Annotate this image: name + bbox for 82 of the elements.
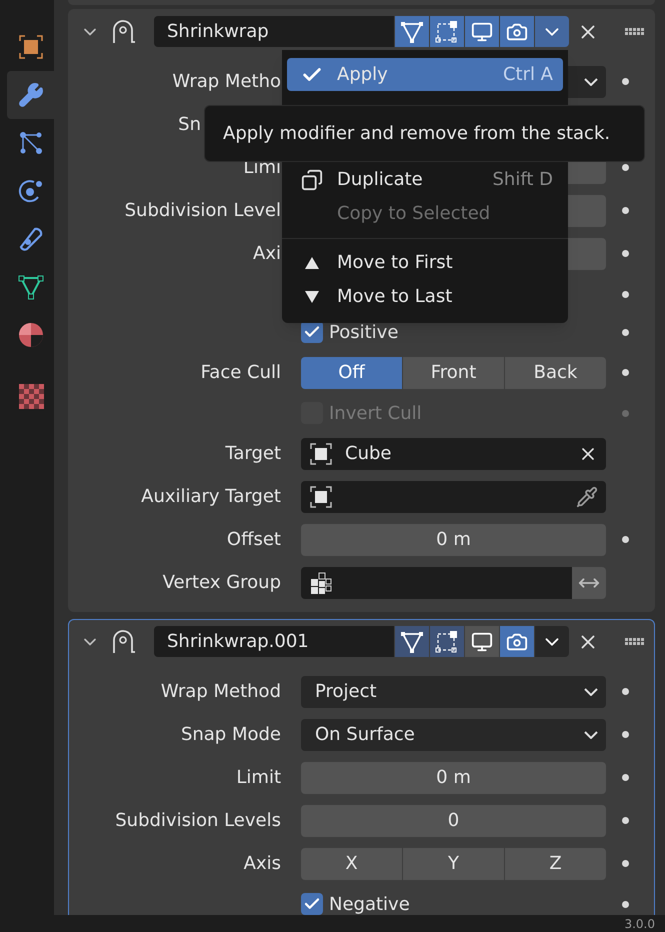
field-label: Axi [253,243,281,264]
checker-icon [18,383,44,409]
field-label: Limit [236,767,281,788]
segment-button[interactable]: Z [505,848,606,880]
monitor-icon [471,630,493,652]
particles-icon [18,130,44,156]
chevron-icon [584,730,598,738]
menu-item[interactable]: Apply Ctrl A [287,58,563,91]
toggle-button[interactable] [394,626,429,657]
monitor-icon [471,20,493,42]
tooltip: Apply modifier and remove from the stack. [204,105,645,162]
grip-icon[interactable] [625,638,645,646]
dropdown[interactable]: On Surface [301,718,606,750]
name-field[interactable]: Shrinkwrap [154,16,394,47]
field-label: Offset [226,529,281,550]
segment-button[interactable]: Y [403,848,505,880]
toggle-button[interactable] [499,626,534,657]
name-field[interactable]: Shrinkwrap.001 [154,626,394,657]
checkbox-label: Positive [329,320,398,344]
vertex-group-icon [309,570,333,594]
dropdown-button[interactable] [534,16,569,47]
shortcut-text: Ctrl A [502,63,554,87]
field-label: Sn [178,114,201,135]
field-label: Subdivision Level [124,200,281,221]
field-label: Auxiliary Target [141,486,281,507]
segment-button[interactable]: Back [505,356,606,388]
version-text: 3.0.0 [624,918,655,930]
segment-button[interactable]: Front [403,356,505,388]
toggle-button[interactable] [464,626,499,657]
shortcut-text: Shift D [492,168,554,192]
object-icon [309,442,333,466]
dropdown[interactable]: Project [301,676,606,708]
checkbox-label: Invert Cull [329,402,422,426]
object-field[interactable] [301,480,606,512]
field-label: Subdivision Levels [115,810,281,831]
toggle-button[interactable] [394,16,429,47]
shrinkwrap-icon [110,628,136,654]
wrench-icon [18,82,44,108]
segment-button[interactable]: X [301,848,403,880]
menu-item[interactable]: Duplicate Shift D [287,163,563,196]
number-field[interactable]: 0 m [301,762,606,794]
triangle-up-icon [304,256,320,270]
eyedropper-icon[interactable] [576,486,598,508]
toggle-button[interactable] [429,16,464,47]
toggle-button[interactable] [464,16,499,47]
field-label: Vertex Group [162,572,281,593]
number-field[interactable]: 0 m [301,524,606,556]
triangle-vertices-icon [400,630,424,654]
vertex-group-field[interactable] [301,566,572,598]
sphere-icon [18,322,44,348]
object-icon [309,484,333,508]
physics-icon [18,178,44,204]
number-field[interactable]: 0 [301,804,606,836]
cage-icon [435,630,459,654]
dropdown-button[interactable] [534,626,569,657]
triangle-vertices-icon [400,20,424,44]
object-field[interactable]: Cube [301,438,606,470]
shrinkwrap-icon [110,18,136,44]
chevron-icon [584,78,598,86]
toggle-button[interactable] [429,626,464,657]
field-label: Wrap Metho [172,71,281,92]
object-icon [18,35,42,59]
cage-icon [435,20,459,44]
triangle-vertices-icon [18,274,44,300]
chevron-icon [584,688,598,696]
menu-item[interactable]: Move to First [287,246,563,279]
properties-tab[interactable] [7,71,54,119]
checkbox[interactable] [301,893,323,915]
checkbox-label: Negative [329,892,410,915]
field-label: Snap Mode [180,724,281,745]
invert-button[interactable] [572,566,606,598]
field-label: Axis [244,853,281,874]
duplicate-icon [301,168,323,190]
field-label: Wrap Method [160,681,281,702]
field-label: Face Cull [200,362,281,383]
checkbox[interactable] [301,321,323,343]
segment-button[interactable]: Off [301,356,403,388]
triangle-down-icon [304,290,320,304]
menu-item[interactable]: Move to Last [287,280,563,313]
toggle-button[interactable] [499,16,534,47]
field-label: Target [225,443,281,464]
grip-icon[interactable] [625,28,645,36]
